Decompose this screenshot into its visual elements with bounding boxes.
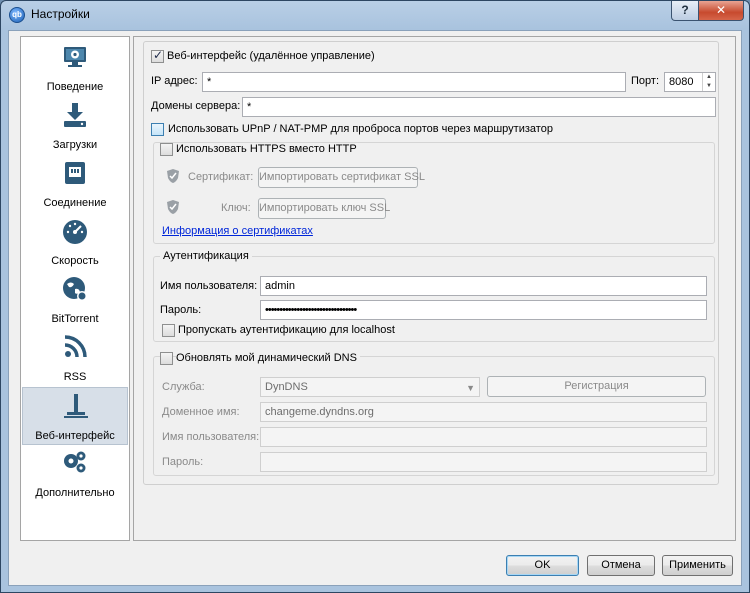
sidebar-item-downloads[interactable]: Загрузки [22, 97, 128, 155]
dyndns-service-label: Служба: [162, 381, 205, 393]
bypass-localhost-label: Пропускать аутентификацию для localhost [178, 324, 395, 336]
certificate-info-link[interactable]: Информация о сертификатах [162, 225, 313, 237]
ip-address-label: IP адрес: [151, 75, 198, 87]
port-label: Порт: [631, 75, 659, 87]
certificate-label: Сертификат: [188, 171, 254, 183]
upnp-checkbox[interactable] [151, 123, 164, 136]
dyndns-domain-input[interactable]: changeme.dyndns.org [260, 402, 707, 422]
dialog-client-area: Поведение Загрузки Соединение Скорость B… [8, 30, 742, 586]
authentication-title: Аутентификация [160, 250, 252, 262]
https-label: Использовать HTTPS вместо HTTP [176, 143, 360, 155]
dyndns-service-select[interactable]: DynDNS ▼ [260, 377, 480, 397]
sidebar-item-label: Скорость [51, 255, 99, 267]
help-button[interactable]: ? [671, 1, 699, 21]
sidebar-item-webui[interactable]: Веб-интерфейс [22, 387, 128, 445]
certificate-shield-icon [167, 169, 179, 183]
dyndns-password-label: Пароль: [162, 456, 204, 468]
close-button[interactable]: ✕ [698, 1, 744, 21]
dyndns-domain-label: Доменное имя: [162, 406, 240, 418]
webui-enable-label: Веб-интерфейс (удалённое управление) [167, 50, 375, 62]
monitor-gear-icon [64, 47, 86, 67]
gears-icon [64, 451, 86, 473]
sidebar-item-label: Загрузки [52, 139, 98, 151]
apply-button[interactable]: Применить [662, 555, 733, 576]
sidebar-item-bittorrent[interactable]: BitTorrent [22, 271, 128, 329]
ip-address-input[interactable]: * [202, 72, 626, 92]
key-label: Ключ: [221, 202, 251, 214]
upnp-label: Использовать UPnP / NAT-PMP для проброса… [168, 123, 553, 135]
sidebar-item-label: Веб-интерфейс [35, 430, 115, 442]
app-icon: qb [9, 7, 25, 23]
sidebar-item-label: BitTorrent [51, 313, 99, 325]
import-ssl-certificate-button[interactable]: Импортировать сертификат SSL [258, 167, 425, 188]
title-bar[interactable]: qb Настройки ? ✕ [1, 1, 749, 29]
cancel-button[interactable]: Отмена [587, 555, 655, 576]
port-value: 8080 [669, 76, 694, 88]
sidebar-item-label: Дополнительно [35, 487, 115, 499]
sidebar-item-connection[interactable]: Соединение [22, 155, 128, 213]
dyndns-register-button[interactable]: Регистрация [487, 376, 706, 397]
port-spinbox[interactable]: 8080 ▲ ▼ [664, 72, 716, 92]
port-spin-buttons[interactable]: ▲ ▼ [702, 73, 715, 91]
password-label: Пароль: [160, 304, 202, 316]
key-shield-icon [167, 200, 179, 214]
rss-icon [64, 335, 87, 358]
spin-up-icon[interactable]: ▲ [703, 73, 715, 82]
speedometer-icon [63, 220, 87, 244]
sidebar-item-label: Соединение [43, 197, 107, 209]
sidebar-item-advanced[interactable]: Дополнительно [22, 445, 128, 503]
import-ssl-key-button[interactable]: Импортировать ключ SSL [258, 198, 390, 219]
dyndns-username-label: Имя пользователя: [162, 431, 260, 443]
username-label: Имя пользователя: [160, 280, 258, 292]
dyndns-checkbox[interactable] [160, 352, 173, 365]
webui-settings-panel: Веб-интерфейс (удалённое управление) IP … [133, 36, 736, 541]
sidebar-item-label: Поведение [46, 81, 104, 93]
web-ui-icon [64, 394, 88, 418]
chevron-down-icon: ▼ [466, 383, 475, 393]
sidebar-item-label: RSS [63, 371, 87, 383]
dyndns-service-value: DynDNS [265, 381, 308, 393]
sidebar-item-behavior[interactable]: Поведение [22, 39, 128, 97]
preferences-window: qb Настройки ? ✕ Поведение Загрузки Соед… [0, 0, 750, 593]
category-sidebar: Поведение Загрузки Соединение Скорость B… [20, 36, 130, 541]
bypass-localhost-checkbox[interactable] [162, 324, 175, 337]
dyndns-username-input[interactable] [260, 427, 707, 447]
webui-enable-checkbox[interactable] [151, 48, 164, 63]
window-title: Настройки [31, 7, 90, 21]
dyndns-password-input[interactable] [260, 452, 707, 472]
password-input[interactable]: •••••••••••••••••••••••••••••••• [260, 300, 707, 320]
sidebar-item-rss[interactable]: RSS [22, 329, 128, 387]
username-input[interactable]: admin [260, 276, 707, 296]
globe-icon [63, 277, 87, 301]
sidebar-item-speed[interactable]: Скорость [22, 213, 128, 271]
dyndns-label: Обновлять мой динамический DNS [176, 352, 360, 364]
spin-down-icon[interactable]: ▼ [703, 82, 715, 91]
download-icon [64, 103, 86, 127]
ok-button[interactable]: OK [506, 555, 579, 576]
server-domains-label: Домены сервера: [151, 100, 241, 112]
https-checkbox[interactable] [160, 143, 173, 156]
network-port-icon [65, 162, 85, 184]
server-domains-input[interactable]: * [242, 97, 716, 117]
